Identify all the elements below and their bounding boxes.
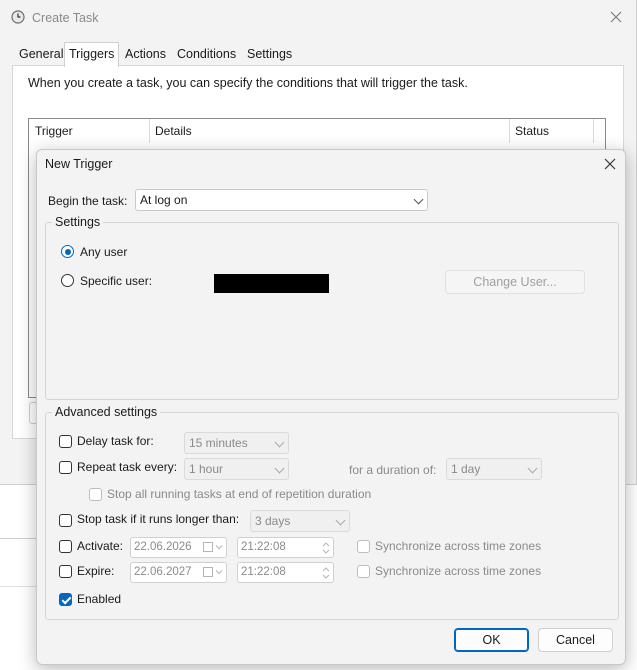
repeat-task-label[interactable]: Repeat task every: [77, 460, 177, 474]
begin-task-value: At log on [140, 193, 188, 207]
activate-date-picker[interactable]: 22.06.2026 [130, 537, 227, 558]
stop-longer-label[interactable]: Stop task if it runs longer than: [77, 512, 239, 526]
close-icon[interactable] [610, 11, 622, 23]
expire-date-picker[interactable]: 22.06.2027 [130, 562, 227, 583]
chevron-down-icon [527, 463, 538, 474]
expire-label[interactable]: Expire: [77, 564, 114, 578]
tab-settings[interactable]: Settings [243, 44, 296, 64]
tab-triggers[interactable]: Triggers [64, 42, 120, 67]
activate-time-value: 21:22:08 [241, 541, 286, 553]
repeat-task-value: 1 hour [189, 462, 224, 476]
expire-time-picker[interactable]: 21:22:08 [237, 562, 334, 583]
repeat-task-checkbox[interactable] [59, 461, 72, 474]
expire-time-value: 21:22:08 [241, 566, 286, 578]
calendar-icon [203, 567, 223, 577]
divider [0, 538, 36, 539]
begin-task-select[interactable]: At log on [135, 189, 428, 211]
window-title: Create Task [32, 11, 99, 25]
begin-task-label: Begin the task: [48, 194, 128, 208]
stop-longer-value: 3 days [255, 514, 291, 528]
duration-select[interactable]: 1 day [446, 458, 542, 480]
spin-down-icon[interactable] [321, 573, 331, 581]
dialog-title: New Trigger [45, 157, 113, 171]
activate-date-value: 22.06.2026 [134, 541, 192, 553]
activate-checkbox[interactable] [59, 540, 72, 553]
duration-label: for a duration of: [349, 463, 437, 477]
expire-sync-checkbox[interactable] [357, 565, 370, 578]
chevron-down-icon [274, 437, 285, 448]
divider [0, 586, 36, 587]
chevron-down-icon [413, 194, 424, 205]
calendar-icon [203, 542, 223, 552]
enabled-checkbox[interactable] [59, 593, 72, 606]
any-user-label[interactable]: Any user [80, 245, 127, 259]
column-trigger[interactable]: Trigger [29, 119, 150, 143]
delay-task-value: 15 minutes [189, 436, 248, 450]
redacted-username [214, 274, 329, 293]
expire-checkbox[interactable] [59, 565, 72, 578]
settings-group-title: Settings [52, 215, 104, 229]
settings-group [45, 222, 619, 400]
expire-sync-label[interactable]: Synchronize across time zones [375, 564, 541, 578]
tab-actions[interactable]: Actions [121, 44, 170, 64]
delay-task-select[interactable]: 15 minutes [184, 432, 289, 454]
column-details[interactable]: Details [149, 119, 510, 143]
cancel-button[interactable]: Cancel [538, 628, 613, 652]
change-user-button[interactable]: Change User... [445, 270, 585, 294]
column-status[interactable]: Status [509, 119, 594, 143]
delay-task-checkbox[interactable] [59, 435, 72, 448]
stop-longer-checkbox[interactable] [59, 514, 72, 527]
activate-label[interactable]: Activate: [77, 539, 123, 553]
specific-user-radio[interactable] [61, 274, 74, 287]
spin-up-icon[interactable] [321, 565, 331, 573]
stop-running-label[interactable]: Stop all running tasks at end of repetit… [107, 487, 371, 501]
tab-conditions[interactable]: Conditions [173, 44, 240, 64]
new-trigger-dialog: New Trigger Begin the task: At log on Se… [36, 149, 626, 665]
spin-down-icon[interactable] [321, 548, 331, 556]
close-icon[interactable] [604, 158, 616, 170]
triggers-description: When you create a task, you can specify … [28, 76, 468, 90]
specific-user-label[interactable]: Specific user: [80, 274, 152, 288]
chevron-down-icon [274, 463, 285, 474]
spin-up-icon[interactable] [321, 540, 331, 548]
repeat-task-select[interactable]: 1 hour [184, 458, 289, 480]
tab-general[interactable]: General [15, 44, 67, 64]
advanced-settings-title: Advanced settings [52, 405, 161, 419]
stop-running-checkbox[interactable] [89, 488, 102, 501]
activate-sync-checkbox[interactable] [357, 540, 370, 553]
delay-task-label[interactable]: Delay task for: [77, 434, 154, 448]
activate-sync-label[interactable]: Synchronize across time zones [375, 539, 541, 553]
chevron-down-icon [335, 515, 346, 526]
any-user-radio[interactable] [61, 245, 74, 258]
stop-longer-select[interactable]: 3 days [250, 510, 350, 532]
duration-value: 1 day [451, 462, 481, 476]
clock-icon [11, 10, 25, 24]
ok-button[interactable]: OK [454, 628, 529, 652]
activate-time-picker[interactable]: 21:22:08 [237, 537, 334, 558]
expire-date-value: 22.06.2027 [134, 566, 192, 578]
enabled-label[interactable]: Enabled [77, 592, 121, 606]
